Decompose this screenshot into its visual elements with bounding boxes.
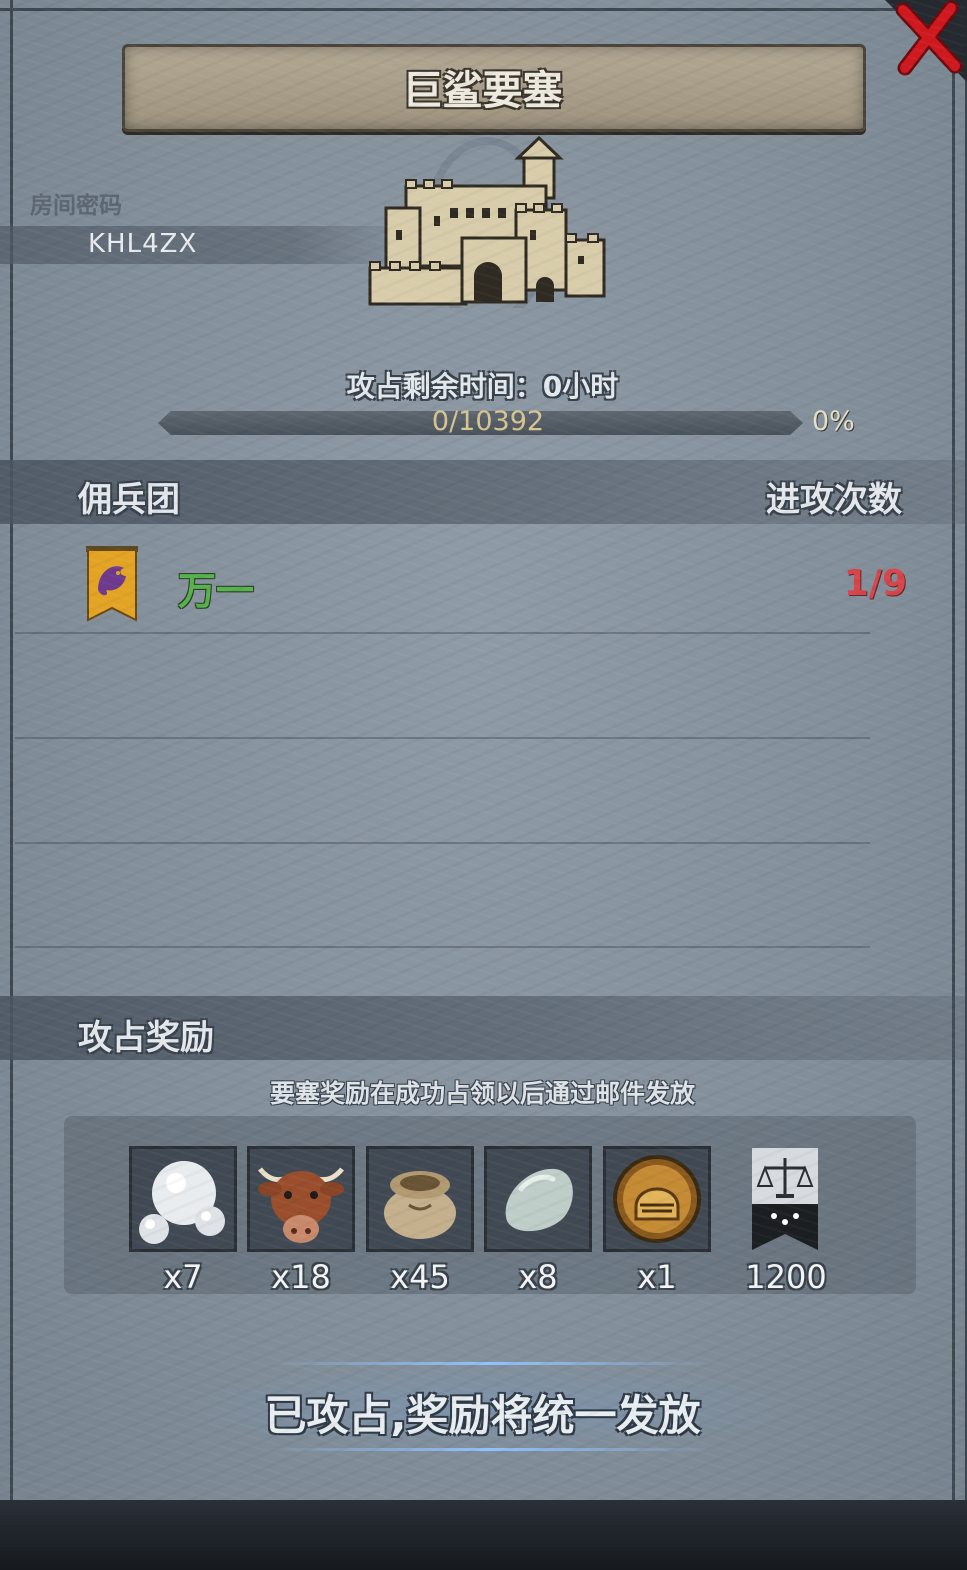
siege-progress-value: 0/10392 [431,406,545,437]
justice-banner-icon [732,1146,840,1252]
attack-count-header-label: 进攻次数 [766,480,902,520]
row-divider [15,737,870,739]
mercenary-attack-count: 1/9 [843,563,907,604]
close-icon [885,0,967,82]
reward-qty: 1200 [745,1258,827,1296]
room-password-code[interactable]: KHL4ZX [88,229,197,259]
reward-qty: x1 [637,1258,677,1296]
reward-item-ox[interactable]: x18 [247,1146,355,1296]
frame-left-border [10,0,13,1500]
reward-item-grain-sack[interactable]: x45 [366,1146,474,1296]
frame-top-border [0,8,965,11]
reward-qty: x18 [271,1258,331,1296]
fortress-panel: 巨鲨要塞 房间密码 KHL4ZX 攻占剩余时间：0小时 0/10392 0% 佣… [0,0,967,1568]
mercenary-header-label: 佣兵团 [78,480,180,520]
reward-note: 要塞奖励在成功占领以后通过邮件发放 [269,1079,695,1108]
row-divider [15,946,870,948]
reward-qty: x7 [163,1258,203,1296]
bottom-frame [0,1500,967,1570]
room-password-label: 房间密码 [30,193,122,219]
purple-beast-banner-icon [86,546,138,622]
stone-icon [484,1146,592,1252]
reward-item-pearl[interactable]: x7 [129,1146,237,1296]
pearl-icon [129,1146,237,1252]
grain-sack-icon [366,1146,474,1252]
siege-time-remaining: 攻占剩余时间：0小时 [346,370,619,403]
reward-item-gold-helmet[interactable]: x1 [603,1146,711,1296]
page-title: 巨鲨要塞 [402,68,563,114]
frame-right-border [952,0,955,1500]
reward-item-stone[interactable]: x8 [484,1146,592,1296]
reward-qty: x45 [390,1258,450,1296]
reward-header-label: 攻占奖励 [78,1018,214,1058]
row-divider [15,632,870,634]
claim-reward-label: 已攻占,奖励将统一发放 [264,1391,701,1440]
reward-item-justice-banner[interactable]: 1200 [732,1146,840,1296]
claim-glow-top [260,1362,720,1365]
mercenary-name[interactable]: 万一 [178,560,254,615]
claim-glow-bottom [260,1448,720,1451]
room-code-band [0,226,420,264]
close-button[interactable] [885,0,967,82]
reward-qty: x8 [518,1258,558,1296]
gold-helmet-icon [603,1146,711,1252]
fortress-castle-icon [368,136,606,308]
ox-icon [247,1146,355,1252]
row-divider [15,842,870,844]
siege-progress-percent: 0% [812,406,855,437]
